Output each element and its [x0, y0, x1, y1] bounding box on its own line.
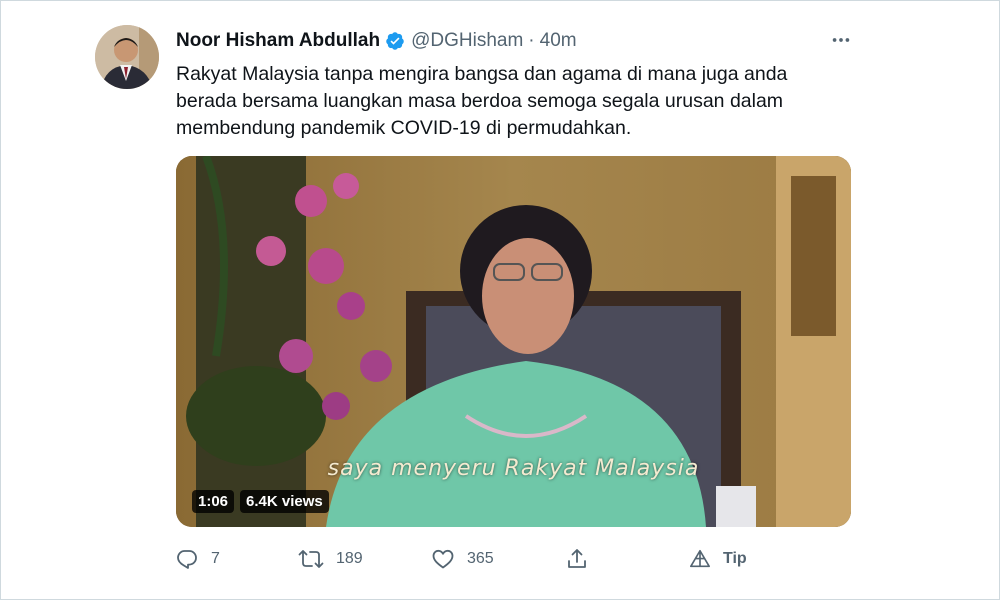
tweet-frame: Noor Hisham Abdullah @DGHisham · 40m Rak… — [0, 0, 1000, 600]
tweet-header: Noor Hisham Abdullah @DGHisham · 40m — [176, 28, 577, 54]
tip-icon — [690, 549, 710, 568]
reply-count: 7 — [211, 550, 220, 567]
reply-button[interactable]: 7 — [175, 544, 220, 574]
tweet-text: Rakyat Malaysia tanpa mengira bangsa dan… — [176, 61, 836, 142]
video-meta: 1:06 6.4K views — [192, 490, 329, 513]
retweet-icon — [298, 550, 324, 568]
video-duration: 1:06 — [192, 490, 235, 513]
author-name[interactable]: Noor Hisham Abdullah — [176, 30, 380, 52]
more-horizontal-icon — [832, 38, 850, 42]
video-caption: saya menyeru Rakyat Malaysia — [327, 456, 700, 481]
avatar[interactable] — [95, 25, 159, 89]
share-icon — [568, 549, 586, 568]
tweet-text-line: berada bersama luangkan masa berdoa semo… — [176, 90, 784, 112]
avatar-image — [95, 25, 159, 89]
tweet-text-line: membendung pandemik COVID-19 di permudah… — [176, 117, 632, 139]
like-icon — [432, 549, 454, 569]
video-player[interactable]: saya menyeru Rakyat Malaysia 1:06 6.4K v… — [176, 156, 851, 527]
tip-button[interactable]: Tip — [689, 544, 747, 574]
video-views: 6.4K views — [240, 490, 329, 513]
retweet-button[interactable]: 189 — [298, 544, 363, 574]
separator: · — [528, 30, 535, 51]
timestamp[interactable]: 40m — [540, 30, 577, 52]
reply-icon — [177, 550, 197, 569]
more-button[interactable] — [825, 27, 857, 53]
like-button[interactable]: 365 — [431, 544, 494, 574]
action-bar: 7 189 365 Tip — [175, 544, 775, 574]
share-button[interactable] — [565, 544, 589, 574]
like-count: 365 — [467, 550, 494, 567]
author-handle[interactable]: @DGHisham — [411, 30, 523, 52]
tweet-text-line: Rakyat Malaysia tanpa mengira bangsa dan… — [176, 63, 788, 85]
retweet-count: 189 — [336, 550, 363, 567]
tip-label: Tip — [723, 550, 747, 567]
verified-badge-icon — [385, 31, 405, 51]
